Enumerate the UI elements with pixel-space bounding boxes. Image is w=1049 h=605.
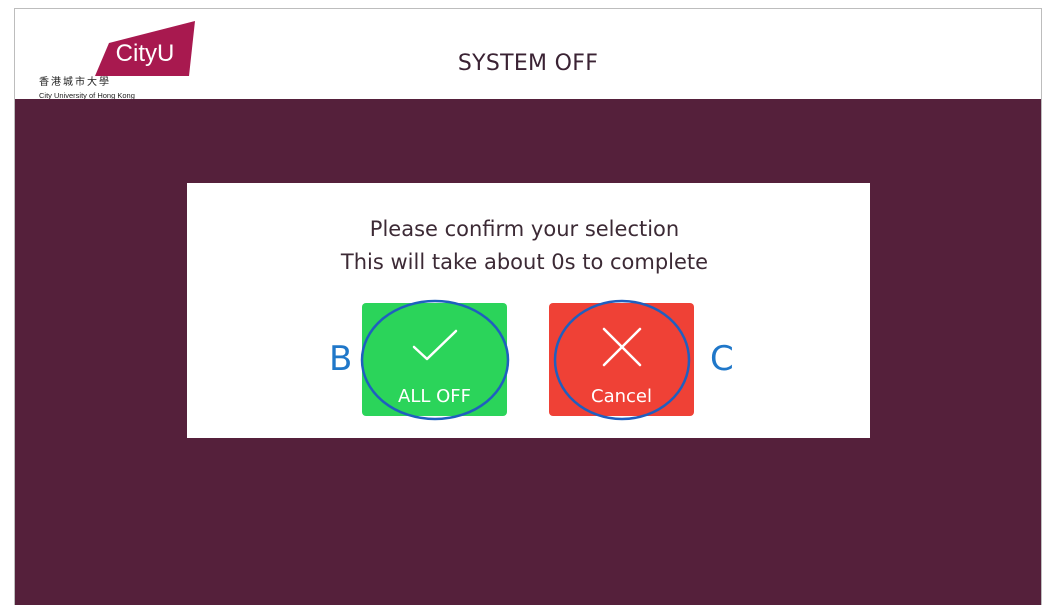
all-off-button-label: ALL OFF: [398, 386, 471, 407]
all-off-button[interactable]: ALL OFF: [362, 303, 507, 416]
checkmark-icon: [412, 329, 457, 361]
dialog-duration-note: This will take about 0s to complete: [340, 250, 709, 274]
page-title: SYSTEM OFF: [457, 51, 599, 76]
annotation-letter-b: B: [329, 339, 353, 379]
cancel-button[interactable]: Cancel: [549, 303, 694, 416]
annotation-letter-c: C: [710, 339, 734, 379]
close-icon: [602, 327, 641, 367]
dialog-message: Please confirm your selection: [369, 217, 680, 241]
cancel-button-label: Cancel: [591, 386, 652, 407]
header-bar: CityU 香港城市大學 City University of Hong Kon…: [15, 9, 1041, 100]
